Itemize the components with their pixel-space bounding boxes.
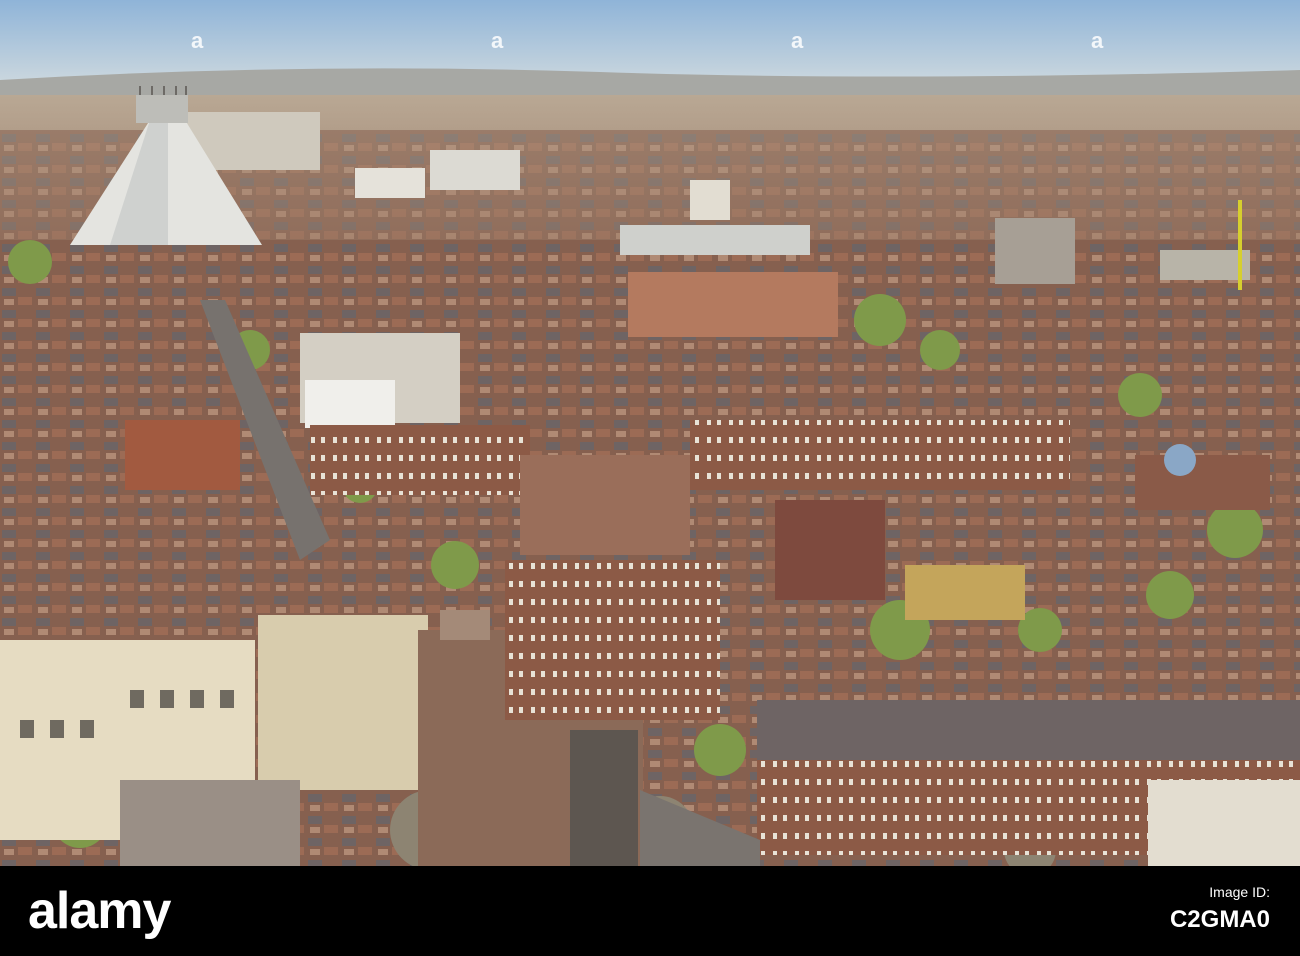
watermark-logo-glyph-3: a bbox=[791, 28, 804, 53]
watermark-logo-glyph-4: a bbox=[1091, 28, 1104, 53]
aerial-city-photo: a a a a bbox=[0, 0, 1300, 866]
watermark-logo-glyph-1: a bbox=[191, 28, 204, 53]
tower-block bbox=[995, 218, 1075, 284]
watermark-logo-glyph-2: a bbox=[491, 28, 504, 53]
image-id-label: Image ID: bbox=[1209, 884, 1270, 900]
stock-watermark-bar: alamy Image ID: C2GMA0 bbox=[0, 866, 1300, 956]
stone-building bbox=[258, 615, 428, 790]
aerial-city-scene bbox=[0, 0, 1300, 866]
terrace-roof bbox=[757, 700, 1300, 760]
alamy-logo: alamy bbox=[28, 882, 171, 940]
image-id-value: C2GMA0 bbox=[1169, 906, 1270, 933]
